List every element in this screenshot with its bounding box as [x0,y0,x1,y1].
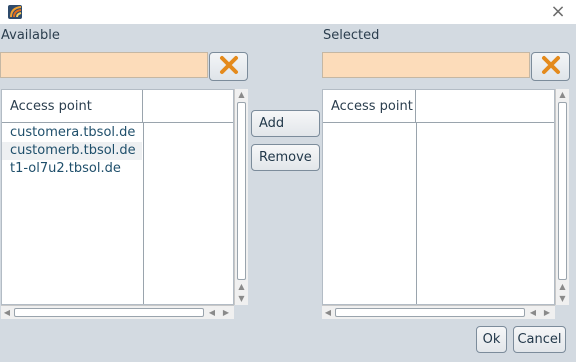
list-item[interactable]: customerb.tbsol.de [2,142,142,160]
scroll-left-icon[interactable]: ◀ [206,306,218,319]
scroll-thumb[interactable] [237,102,246,280]
scroll-thumb[interactable] [558,102,567,280]
selected-vertical-scrollbar[interactable]: ▲ ▲ ▼ [555,89,569,305]
scroll-up-icon[interactable]: ▲ [235,89,248,101]
selected-list[interactable]: Access point [322,89,555,305]
column-header-extra[interactable] [143,90,233,123]
scroll-up-icon[interactable]: ▲ [556,281,569,293]
close-icon[interactable]: × [548,2,568,22]
dialog-body: Available Access point customera.tbsol.d… [0,24,576,362]
cancel-button[interactable]: Cancel [513,326,566,353]
scroll-down-icon[interactable]: ▼ [556,293,569,305]
scroll-thumb[interactable] [335,308,525,317]
selected-clear-button[interactable] [531,52,570,81]
column-header-access-point[interactable]: Access point [2,90,143,123]
column-divider [143,123,144,304]
scroll-left-icon[interactable]: ◀ [527,306,539,319]
column-divider [416,123,417,304]
scroll-left-icon[interactable]: ◀ [322,306,334,319]
selected-horizontal-scrollbar[interactable]: ◀ ◀ ▶ [322,305,555,319]
scroll-thumb[interactable] [14,308,204,317]
selected-list-header: Access point [323,90,554,123]
scroll-right-icon[interactable]: ▶ [541,306,553,319]
available-vertical-scrollbar[interactable]: ▲ ▲ ▼ [234,89,248,305]
available-clear-button[interactable] [209,52,248,81]
column-header-extra[interactable] [416,90,554,123]
remove-button[interactable]: Remove [251,144,320,171]
scroll-up-icon[interactable]: ▲ [556,89,569,101]
clear-x-icon [218,54,240,80]
available-rows: customera.tbsol.de customerb.tbsol.de t1… [2,124,142,178]
column-header-access-point[interactable]: Access point [323,90,416,123]
scroll-left-icon[interactable]: ◀ [1,306,13,319]
available-horizontal-scrollbar[interactable]: ◀ ◀ ▶ [1,305,234,319]
title-bar: × [0,0,576,24]
ok-button[interactable]: Ok [476,326,507,353]
list-item[interactable]: customera.tbsol.de [2,124,142,142]
scroll-up-icon[interactable]: ▲ [235,281,248,293]
scroll-right-icon[interactable]: ▶ [220,306,232,319]
clear-x-icon [540,54,562,80]
add-button[interactable]: Add [251,110,320,137]
scroll-down-icon[interactable]: ▼ [235,293,248,305]
app-logo-icon [7,3,24,20]
list-item[interactable]: t1-ol7u2.tbsol.de [2,160,142,178]
selected-label: Selected [323,28,380,43]
available-label: Available [1,28,60,43]
available-filter-input[interactable] [0,52,208,78]
available-list-header: Access point [2,90,233,123]
available-list[interactable]: Access point customera.tbsol.de customer… [1,89,234,305]
selected-filter-input[interactable] [322,52,530,78]
